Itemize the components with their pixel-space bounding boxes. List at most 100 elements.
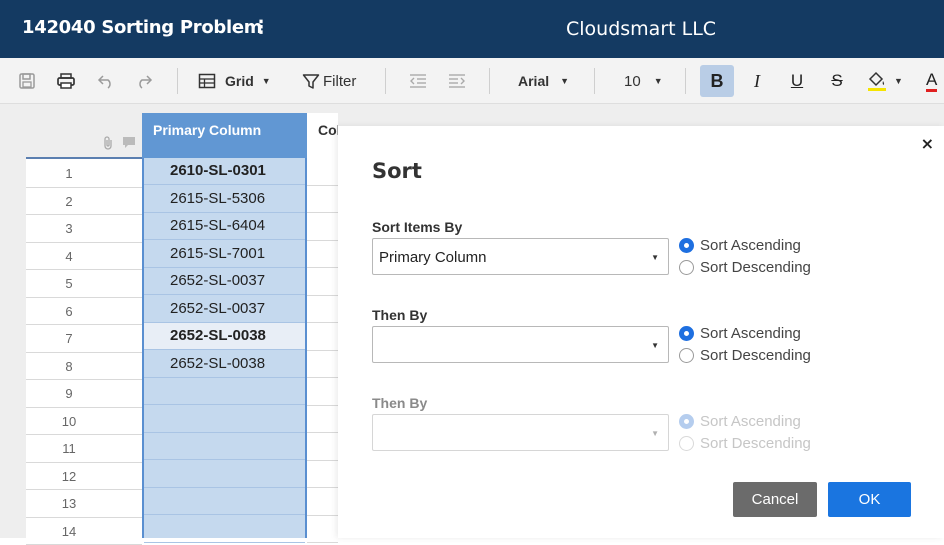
ok-button[interactable]: OK <box>828 482 911 517</box>
sort-1-descending-radio[interactable]: Sort Descending <box>679 259 811 276</box>
sheet-menu-icon[interactable]: ⋮ <box>252 17 270 38</box>
font-size-select[interactable]: 10 ▼ <box>624 66 668 96</box>
italic-button[interactable]: I <box>746 66 768 96</box>
text-color-button[interactable]: A <box>926 66 944 96</box>
row-number[interactable]: 9 <box>26 380 112 407</box>
row-number[interactable]: 5 <box>26 270 112 297</box>
org-name: Cloudsmart LLC <box>566 18 717 40</box>
row-number[interactable]: 11 <box>26 435 112 462</box>
undo-icon[interactable] <box>93 66 119 96</box>
fill-color-icon <box>866 70 888 92</box>
table-cell[interactable]: 2615-SL-5306 <box>144 186 305 213</box>
table-cell[interactable] <box>144 433 305 460</box>
grid-view-button[interactable]: Grid ▼ <box>198 66 288 96</box>
row-number[interactable]: 8 <box>26 353 112 380</box>
column2[interactable] <box>307 158 338 543</box>
primary-column[interactable]: 2610-SL-0301 2615-SL-5306 2615-SL-6404 2615… <box>142 158 307 543</box>
row-number[interactable]: 7 <box>26 325 112 352</box>
table-cell[interactable] <box>144 406 305 433</box>
row-divider <box>307 377 338 378</box>
chevron-down-icon: ▼ <box>261 76 271 86</box>
sort-dialog: × Sort Sort Items By Primary Column ▼ So… <box>338 126 944 538</box>
save-icon[interactable] <box>14 66 40 96</box>
then-by-1-select[interactable]: ▼ <box>372 326 669 363</box>
toolbar-separator <box>594 68 595 94</box>
dialog-title: Sort <box>372 159 422 183</box>
sort-3-descending-radio[interactable]: Sort Descending <box>679 435 811 452</box>
radio-unchecked-icon <box>679 348 694 363</box>
table-cell[interactable]: 2652-SL-0037 <box>144 296 305 323</box>
attachment-icon <box>102 136 114 153</box>
toolbar: Grid ▼ Filter Arial ▼ 10 ▼ B I U S ▼ A <box>0 58 944 104</box>
table-cell[interactable]: 2610-SL-0301 <box>144 158 305 185</box>
table-cell[interactable] <box>144 488 305 515</box>
redo-icon[interactable] <box>131 66 157 96</box>
cancel-button[interactable]: Cancel <box>733 482 817 517</box>
sort-3-ascending-radio[interactable]: Sort Ascending <box>679 413 801 430</box>
sort-descending-label: Sort Descending <box>700 435 811 452</box>
grid-label: Grid <box>225 73 254 89</box>
then-by-2-label: Then By <box>372 395 428 411</box>
grid-icon <box>198 73 216 89</box>
fill-color-button[interactable]: ▼ <box>866 66 912 96</box>
radio-unchecked-icon <box>679 260 694 275</box>
row-number[interactable]: 12 <box>26 463 112 490</box>
sort-descending-label: Sort Descending <box>700 259 811 276</box>
indent-icon[interactable] <box>444 66 470 96</box>
table-cell[interactable]: 2652-SL-0038 <box>144 323 305 350</box>
row-number[interactable]: 14 <box>26 518 112 545</box>
column-header-column2[interactable]: Column2 <box>307 113 338 158</box>
outdent-icon[interactable] <box>405 66 431 96</box>
font-family-value: Arial <box>518 73 550 89</box>
row-number[interactable]: 2 <box>26 188 112 215</box>
row-number[interactable]: 10 <box>26 408 112 435</box>
row-divider <box>307 404 338 406</box>
sort-2-ascending-radio[interactable]: Sort Ascending <box>679 325 801 342</box>
radio-checked-icon <box>679 414 694 429</box>
table-cell[interactable] <box>144 378 305 405</box>
table-cell[interactable]: 2652-SL-0037 <box>144 268 305 295</box>
table-cell[interactable]: 2615-SL-6404 <box>144 213 305 240</box>
toolbar-separator <box>489 68 490 94</box>
sort-2-descending-radio[interactable]: Sort Descending <box>679 347 811 364</box>
table-cell[interactable] <box>144 461 305 488</box>
table-cell[interactable] <box>144 516 305 543</box>
then-by-1-label: Then By <box>372 307 428 323</box>
font-family-select[interactable]: Arial ▼ <box>518 66 578 96</box>
row-divider <box>307 267 338 268</box>
radio-checked-icon <box>679 238 694 253</box>
row-divider <box>307 322 338 323</box>
chevron-down-icon: ▼ <box>651 429 659 438</box>
row-number[interactable]: 13 <box>26 490 112 517</box>
print-icon[interactable] <box>53 66 79 96</box>
sheet-title[interactable]: 142040 Sorting Problem <box>22 17 263 38</box>
chevron-down-icon: ▼ <box>651 253 659 262</box>
filter-button[interactable]: Filter <box>302 66 364 96</box>
row-divider <box>307 184 338 186</box>
toolbar-separator <box>177 68 178 94</box>
table-cell[interactable]: 2652-SL-0038 <box>144 351 305 378</box>
sort-items-by-value: Primary Column <box>379 249 487 266</box>
row-number[interactable]: 3 <box>26 215 112 242</box>
sort-items-by-select[interactable]: Primary Column ▼ <box>372 238 669 275</box>
close-icon[interactable]: × <box>921 134 934 153</box>
sort-1-ascending-radio[interactable]: Sort Ascending <box>679 237 801 254</box>
row-number[interactable]: 1 <box>26 160 112 187</box>
row-number[interactable]: 6 <box>26 298 112 325</box>
row-divider <box>307 294 338 296</box>
underline-button[interactable]: U <box>786 66 808 96</box>
row-divider <box>307 349 338 351</box>
strikethrough-button[interactable]: S <box>826 66 848 96</box>
underline-label: U <box>790 71 804 90</box>
row-divider <box>307 212 338 213</box>
italic-label: I <box>754 70 760 91</box>
filter-icon <box>302 73 320 90</box>
sort-descending-label: Sort Descending <box>700 347 811 364</box>
row-divider <box>307 514 338 516</box>
bold-button[interactable]: B <box>700 65 734 97</box>
column-header-primary[interactable]: Primary Column <box>142 113 307 158</box>
then-by-2-select[interactable]: ▼ <box>372 414 669 451</box>
row-divider <box>307 487 338 488</box>
table-cell[interactable]: 2615-SL-7001 <box>144 241 305 268</box>
row-number[interactable]: 4 <box>26 243 112 270</box>
